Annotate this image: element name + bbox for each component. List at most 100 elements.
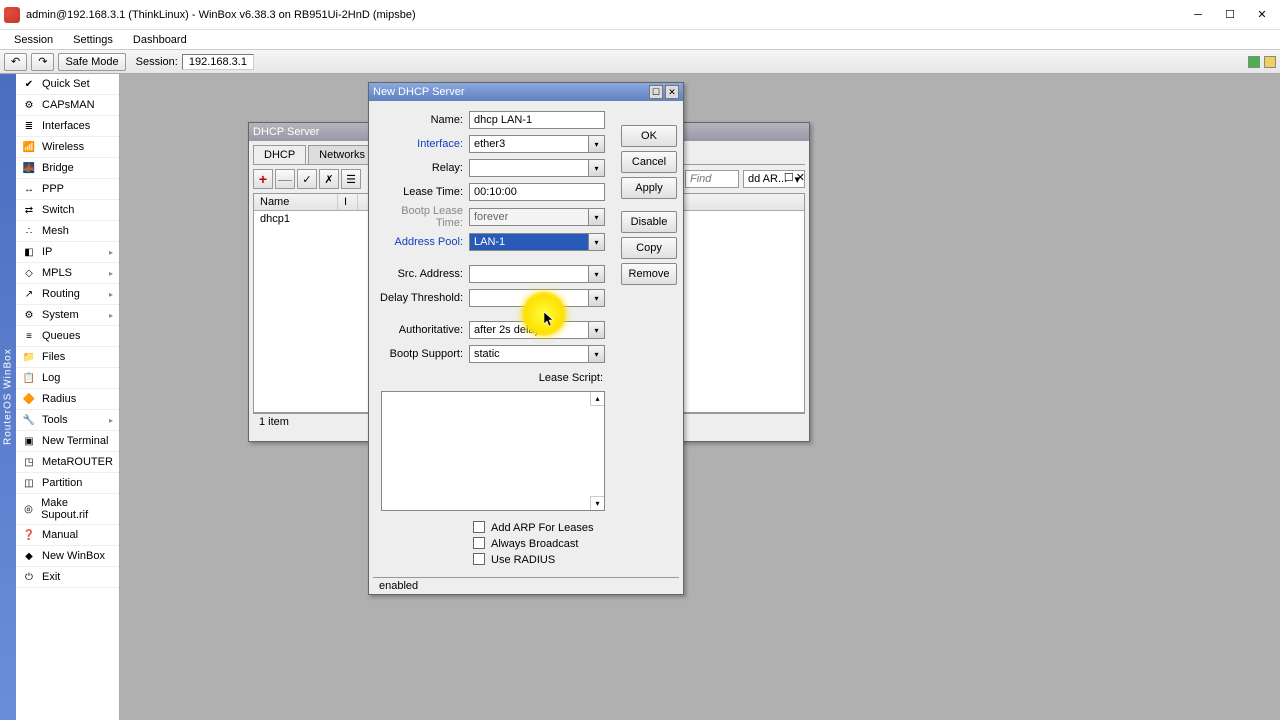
sidebar-icon: ◳ <box>22 455 36 469</box>
bootp-support-dropdown[interactable]: ▾ <box>589 345 605 363</box>
minimize-button[interactable]: ─ <box>1184 5 1212 25</box>
sidebar-icon: ▣ <box>22 434 36 448</box>
sidebar-item-metarouter[interactable]: ◳MetaROUTER <box>16 452 119 473</box>
copy-button[interactable]: Copy <box>621 237 677 259</box>
address-pool-dropdown[interactable]: ▾ <box>589 233 605 251</box>
sidebar-item-mpls[interactable]: ◇MPLS▸ <box>16 263 119 284</box>
interface-input[interactable]: ether3 <box>469 135 589 153</box>
menu-dashboard[interactable]: Dashboard <box>123 32 197 48</box>
sidebar-item-make-supout.rif[interactable]: ◎Make Supout.rif <box>16 494 119 525</box>
disable-button[interactable]: Disable <box>621 211 677 233</box>
disable-button[interactable]: ✗ <box>319 169 339 189</box>
dialog-restore-button[interactable]: ☐ <box>649 85 663 99</box>
use-radius-label: Use RADIUS <box>491 554 555 566</box>
use-radius-checkbox[interactable] <box>473 553 485 565</box>
dhcp-close-button[interactable]: ✕ <box>796 171 805 184</box>
sidebar-item-label: Tools <box>42 414 68 426</box>
remove-button[interactable]: Remove <box>621 263 677 285</box>
sidebar-icon: ⇄ <box>22 203 36 217</box>
dialog-close-button[interactable]: ✕ <box>665 85 679 99</box>
sidebar-icon: ⚙ <box>22 98 36 112</box>
sidebar-item-wireless[interactable]: 📶Wireless <box>16 137 119 158</box>
bootp-lease-input[interactable]: forever <box>469 208 589 226</box>
add-arp-checkbox[interactable] <box>473 521 485 533</box>
sidebar-item-ppp[interactable]: ↔PPP <box>16 179 119 200</box>
sidebar-item-label: Interfaces <box>42 120 90 132</box>
cancel-button[interactable]: Cancel <box>621 151 677 173</box>
sidebar-item-label: Log <box>42 372 60 384</box>
chevron-right-icon: ▸ <box>109 248 113 257</box>
find-input[interactable] <box>685 170 739 188</box>
sidebar-icon: 🔧 <box>22 413 36 427</box>
sidebar-item-label: Manual <box>42 529 78 541</box>
always-broadcast-checkbox[interactable] <box>473 537 485 549</box>
comment-button[interactable]: ☰ <box>341 169 361 189</box>
sidebar-item-switch[interactable]: ⇄Switch <box>16 200 119 221</box>
sidebar-item-new-terminal[interactable]: ▣New Terminal <box>16 431 119 452</box>
enable-button[interactable]: ✓ <box>297 169 317 189</box>
relay-dropdown[interactable]: ▾ <box>589 159 605 177</box>
add-button[interactable]: + <box>253 169 273 189</box>
sidebar-item-bridge[interactable]: 🌉Bridge <box>16 158 119 179</box>
sidebar-item-tools[interactable]: 🔧 Tools ▸ <box>16 410 119 431</box>
label-relay: Relay: <box>377 162 469 174</box>
safe-mode-button[interactable]: Safe Mode <box>58 53 125 71</box>
col-interface[interactable]: I <box>338 194 358 210</box>
lease-time-input[interactable]: 00:10:00 <box>469 183 605 201</box>
menu-settings[interactable]: Settings <box>63 32 123 48</box>
scroll-up-icon[interactable]: ▴ <box>590 392 604 406</box>
lease-script-input[interactable]: ▴ ▾ <box>381 391 605 511</box>
sidebar-item-quick-set[interactable]: ✔Quick Set <box>16 74 119 95</box>
authoritative-input[interactable]: after 2s delay <box>469 321 589 339</box>
close-button[interactable]: ✕ <box>1248 5 1276 25</box>
sidebar-item-radius[interactable]: 🔶Radius <box>16 389 119 410</box>
apply-button[interactable]: Apply <box>621 177 677 199</box>
tab-dhcp[interactable]: DHCP <box>253 145 306 164</box>
src-address-dropdown[interactable]: ▾ <box>589 265 605 283</box>
delay-threshold-input[interactable] <box>469 289 589 307</box>
relay-input[interactable] <box>469 159 589 177</box>
sidebar-item-queues[interactable]: ≡Queues <box>16 326 119 347</box>
back-button[interactable]: ↶ <box>4 53 27 71</box>
menu-session[interactable]: Session <box>4 32 63 48</box>
chevron-right-icon: ▸ <box>109 416 113 425</box>
sidebar-item-system[interactable]: ⚙System▸ <box>16 305 119 326</box>
status-indicator <box>1248 56 1260 68</box>
toolbar: ↶ ↷ Safe Mode Session: 192.168.3.1 <box>0 50 1280 74</box>
dhcp-restore-button[interactable]: ☐ <box>784 171 794 184</box>
lock-icon[interactable] <box>1264 56 1276 68</box>
label-address-pool[interactable]: Address Pool: <box>377 236 469 248</box>
sidebar-item-label: Files <box>42 351 65 363</box>
sidebar-item-interfaces[interactable]: ≣Interfaces <box>16 116 119 137</box>
sidebar-item-ip[interactable]: ◧IP▸ <box>16 242 119 263</box>
sidebar-item-routing[interactable]: ↗Routing▸ <box>16 284 119 305</box>
sidebar-icon: 🌉 <box>22 161 36 175</box>
scroll-down-icon[interactable]: ▾ <box>590 496 604 510</box>
tab-networks[interactable]: Networks <box>308 145 376 164</box>
src-address-input[interactable] <box>469 265 589 283</box>
label-lease-time: Lease Time: <box>377 186 469 198</box>
label-interface[interactable]: Interface: <box>377 138 469 150</box>
address-pool-input[interactable]: LAN-1 <box>469 233 589 251</box>
interface-dropdown[interactable]: ▾ <box>589 135 605 153</box>
sidebar-item-manual[interactable]: ❓Manual <box>16 525 119 546</box>
forward-button[interactable]: ↷ <box>31 53 54 71</box>
delay-threshold-dropdown[interactable]: ▾ <box>589 289 605 307</box>
sidebar-item-mesh[interactable]: ∴Mesh <box>16 221 119 242</box>
maximize-button[interactable]: ☐ <box>1216 5 1244 25</box>
authoritative-dropdown[interactable]: ▾ <box>589 321 605 339</box>
sidebar-item-log[interactable]: 📋Log <box>16 368 119 389</box>
name-input[interactable]: dhcp LAN-1 <box>469 111 605 129</box>
bootp-lease-dropdown[interactable]: ▾ <box>589 208 605 226</box>
sidebar-item-exit[interactable]: ⏻Exit <box>16 567 119 588</box>
sidebar-item-capsman[interactable]: ⚙ CAPsMAN <box>16 95 119 116</box>
sidebar-item-partition[interactable]: ◫Partition <box>16 473 119 494</box>
sidebar-item-new-winbox[interactable]: ◆New WinBox <box>16 546 119 567</box>
remove-button[interactable]: — <box>275 169 295 189</box>
sidebar-item-files[interactable]: 📁Files <box>16 347 119 368</box>
bootp-support-input[interactable]: static <box>469 345 589 363</box>
ok-button[interactable]: OK <box>621 125 677 147</box>
sidebar-item-label: Radius <box>42 393 76 405</box>
sidebar-item-label: CAPsMAN <box>42 99 95 111</box>
col-name[interactable]: Name <box>254 194 338 210</box>
